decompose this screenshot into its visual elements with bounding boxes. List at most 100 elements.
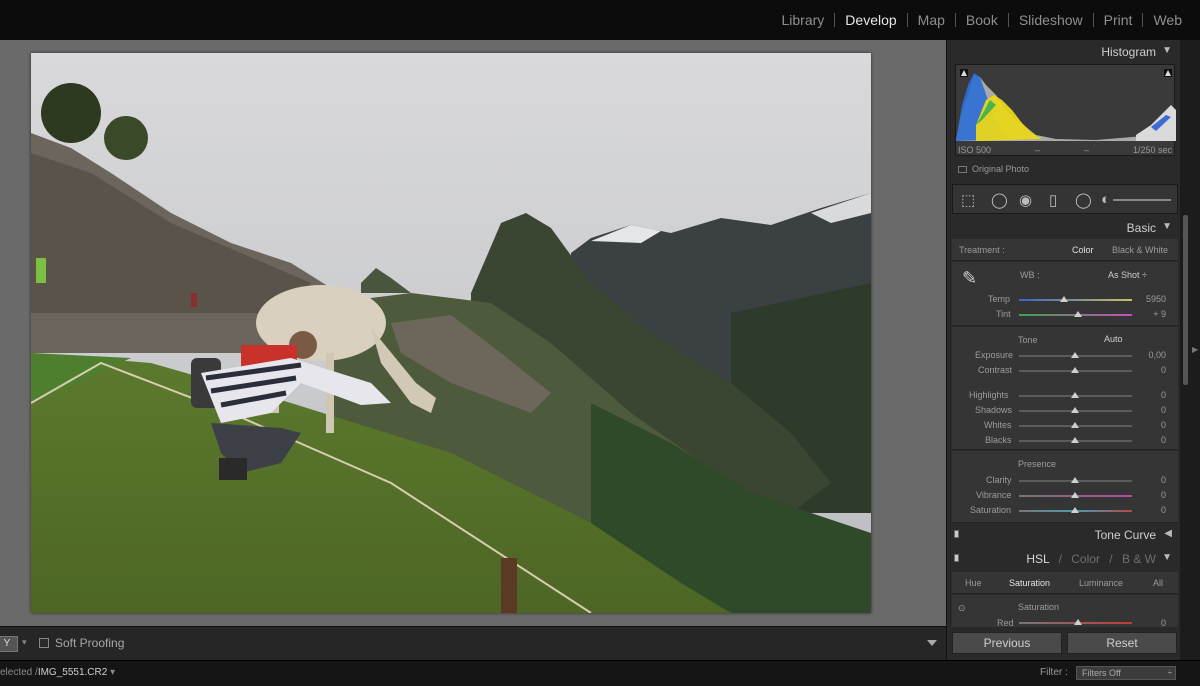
highlights-label: Highlights: [969, 390, 1009, 400]
wb-select[interactable]: As Shot ÷: [1108, 270, 1147, 280]
clarity-value[interactable]: 0: [1136, 475, 1166, 485]
contrast-label: Contrast: [978, 365, 1013, 375]
view-mode-button[interactable]: Y: [0, 636, 18, 652]
temp-slider-knob[interactable]: [1060, 296, 1068, 302]
previous-button[interactable]: Previous: [952, 632, 1062, 654]
module-slideshow[interactable]: Slideshow: [1009, 12, 1093, 28]
hsl-header[interactable]: HSL / Color / B & W ▼: [952, 548, 1178, 570]
graduated-filter-icon[interactable]: ▯: [1049, 191, 1057, 209]
histogram-chart[interactable]: [955, 64, 1176, 156]
whites-slider-knob[interactable]: [1071, 422, 1079, 428]
filter-select[interactable]: Filters Off ÷: [1076, 666, 1176, 680]
temp-value[interactable]: 5950: [1136, 294, 1166, 304]
toolbar-menu-icon[interactable]: [927, 640, 937, 646]
radial-filter-icon[interactable]: ◯: [1075, 191, 1092, 209]
panel-scrollbar[interactable]: ▶: [1180, 40, 1200, 660]
bw-mode[interactable]: B & W: [1122, 552, 1156, 566]
red-eye-icon[interactable]: ◉: [1019, 191, 1032, 209]
tone-section: Tone Auto: [952, 327, 1178, 450]
target-adjust-icon[interactable]: ⊙: [958, 603, 966, 614]
auto-tone-button[interactable]: Auto: [1104, 334, 1123, 344]
saturation-label: Saturation: [970, 505, 1012, 515]
tint-slider-knob[interactable]: [1074, 311, 1082, 317]
exposure-label: Exposure: [975, 350, 1014, 360]
module-book[interactable]: Book: [956, 12, 1008, 28]
temp-slider[interactable]: [1019, 299, 1132, 301]
original-photo-checkbox[interactable]: [958, 166, 967, 173]
photo-preview[interactable]: [31, 53, 871, 613]
blacks-value[interactable]: 0: [1136, 435, 1166, 445]
red-value[interactable]: 0: [1136, 618, 1166, 628]
tab-luminance[interactable]: Luminance: [1079, 578, 1123, 588]
clarity-slider-knob[interactable]: [1071, 477, 1079, 483]
crop-icon[interactable]: ⬚: [961, 191, 975, 209]
shutter-value: 1/250 sec: [1132, 145, 1172, 155]
red-label: Red: [997, 618, 1014, 628]
treatment-label: Treatment :: [959, 245, 1005, 255]
temp-label: Temp: [988, 294, 1011, 304]
adjustment-brush-icon[interactable]: ◐: [1101, 191, 1110, 208]
panel-switch-icon[interactable]: [954, 530, 959, 538]
contrast-slider-knob[interactable]: [1071, 367, 1079, 373]
saturation-slider-knob[interactable]: [1071, 507, 1079, 513]
basic-title: Basic: [1126, 221, 1156, 235]
collapse-triangle-icon: ▼: [1162, 221, 1172, 232]
histogram-header[interactable]: Histogram ▼: [952, 41, 1178, 63]
module-web[interactable]: Web: [1143, 12, 1192, 28]
clarity-label: Clarity: [986, 475, 1012, 485]
brush-slider[interactable]: [1113, 199, 1171, 201]
treatment-color-option[interactable]: Color: [1072, 245, 1094, 255]
vibrance-label: Vibrance: [976, 490, 1012, 500]
tab-all[interactable]: All: [1153, 578, 1163, 588]
file-dropdown-icon[interactable]: ▾: [110, 667, 115, 678]
red-slider-knob[interactable]: [1074, 619, 1082, 625]
photo-image: [31, 53, 871, 613]
soft-proofing-label: Soft Proofing: [55, 636, 125, 650]
module-map[interactable]: Map: [908, 12, 955, 28]
filter-label: Filter :: [1040, 667, 1068, 678]
reset-button[interactable]: Reset: [1067, 632, 1177, 654]
exposure-value[interactable]: 0,00: [1136, 350, 1166, 360]
original-photo-toggle[interactable]: Original Photo: [958, 164, 1029, 174]
highlights-value[interactable]: 0: [1136, 390, 1166, 400]
presence-label: Presence: [1018, 459, 1057, 469]
hsl-mode[interactable]: HSL: [1026, 552, 1049, 566]
tab-hue[interactable]: Hue: [965, 578, 982, 588]
highlights-slider-knob[interactable]: [1071, 392, 1079, 398]
contrast-value[interactable]: 0: [1136, 365, 1166, 375]
soft-proofing-checkbox[interactable]: [39, 638, 49, 648]
spot-removal-icon[interactable]: ◯: [991, 191, 1008, 209]
shadows-label: Shadows: [975, 405, 1013, 415]
select-arrows-icon: ÷: [1167, 668, 1172, 677]
panel-switch-icon[interactable]: [954, 554, 959, 562]
tone-label: Tone: [1018, 335, 1038, 345]
treatment-bw-option[interactable]: Black & White: [1112, 245, 1168, 255]
scrollbar-thumb[interactable]: [1183, 215, 1188, 385]
basic-header[interactable]: Basic ▼: [952, 217, 1178, 239]
hsl-subtitle: Saturation: [1018, 602, 1060, 612]
saturation-value[interactable]: 0: [1136, 505, 1166, 515]
view-mode-dropdown-icon[interactable]: ▾: [22, 637, 27, 648]
collapse-triangle-icon: ▼: [1162, 552, 1172, 563]
exposure-slider-knob[interactable]: [1071, 352, 1079, 358]
expand-triangle-icon: ◀: [1164, 528, 1172, 539]
shadows-slider-knob[interactable]: [1071, 407, 1079, 413]
shadows-value[interactable]: 0: [1136, 405, 1166, 415]
tint-label: Tint: [996, 309, 1011, 319]
file-path[interactable]: elected /IMG_5551.CR2 ▾: [0, 667, 115, 678]
module-print[interactable]: Print: [1094, 12, 1143, 28]
module-library[interactable]: Library: [772, 12, 835, 28]
color-mode[interactable]: Color: [1071, 552, 1100, 566]
hsl-tabs: Hue Saturation Luminance All: [952, 572, 1178, 594]
eyedropper-icon[interactable]: ✎: [962, 268, 977, 289]
vibrance-slider-knob[interactable]: [1071, 492, 1079, 498]
whites-value[interactable]: 0: [1136, 420, 1166, 430]
tone-curve-header[interactable]: Tone Curve ◀: [952, 524, 1178, 546]
panel-collapse-icon[interactable]: ▶: [1192, 345, 1198, 354]
tint-value[interactable]: + 9: [1136, 309, 1166, 319]
module-develop[interactable]: Develop: [835, 12, 906, 28]
blacks-slider-knob[interactable]: [1071, 437, 1079, 443]
vibrance-value[interactable]: 0: [1136, 490, 1166, 500]
histogram-title: Histogram: [1101, 45, 1156, 59]
tab-saturation[interactable]: Saturation: [1009, 578, 1050, 588]
